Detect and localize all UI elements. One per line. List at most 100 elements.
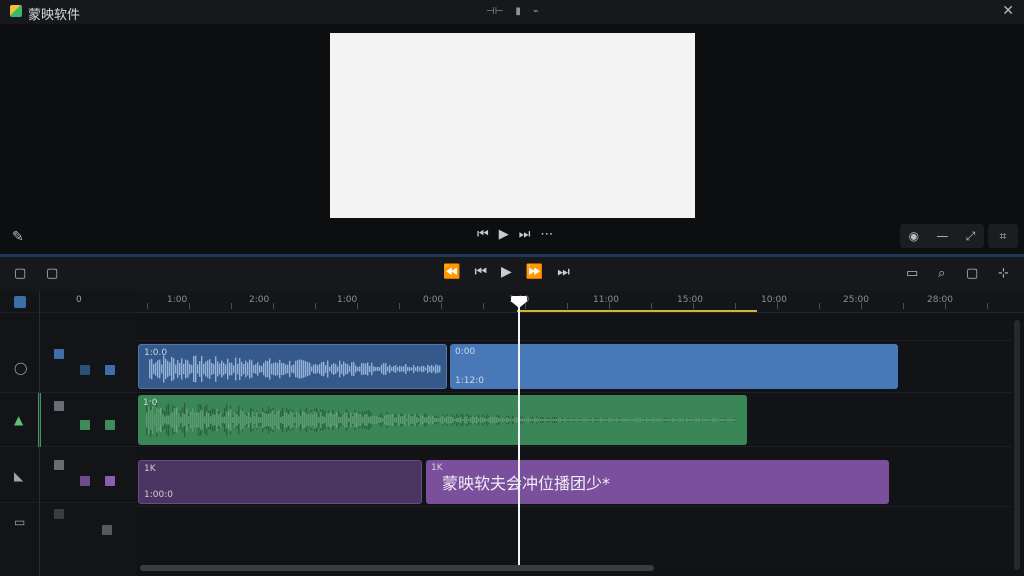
minus-icon[interactable]: — — [936, 229, 948, 243]
waveform-bar — [598, 419, 600, 421]
waveform-bar — [688, 419, 690, 421]
audio-clip[interactable]: 1:0 — [138, 395, 747, 445]
waveform-bar — [482, 417, 484, 423]
timeline-ruler[interactable]: 1:00 2:00 1:00 0:00 1:00 11:00 15:00 10:… — [137, 291, 1024, 313]
preview-canvas[interactable] — [330, 33, 695, 218]
box-tool-icon[interactable]: ▢ — [46, 266, 58, 281]
waveform-bar — [385, 363, 387, 375]
audio-track-icon[interactable]: ▲ — [14, 413, 23, 427]
waveform-bar — [187, 360, 189, 378]
waveform-bar — [236, 413, 238, 427]
waveform-bar — [602, 419, 604, 421]
waveform-bar — [630, 418, 632, 422]
mute-icon[interactable] — [105, 420, 115, 430]
fullscreen-icon[interactable]: ⤢ — [966, 229, 976, 244]
waveform-bar — [284, 411, 286, 429]
track-header-video[interactable]: ◯ — [0, 341, 137, 393]
waveform-bar — [352, 416, 354, 424]
ruler-tick — [399, 303, 400, 309]
waveform-bar — [434, 417, 436, 423]
text-clip-b[interactable]: 1K 蒙映软夫会冲位播团少* — [426, 460, 889, 504]
empty-lane — [137, 507, 1012, 563]
vertical-scrollbar[interactable] — [1014, 320, 1020, 570]
waveform-bar — [189, 363, 191, 375]
playhead[interactable] — [518, 303, 520, 565]
waveform-bar — [207, 360, 209, 378]
waveform-bar — [237, 363, 239, 375]
ruler-tick — [441, 303, 442, 309]
waveform-bar — [550, 419, 552, 421]
video-clip-a[interactable]: 1:0.0 — [138, 344, 447, 389]
more-icon[interactable]: ⋯ — [540, 227, 553, 242]
waveform-bar — [275, 362, 277, 376]
video-track-icon[interactable]: ◯ — [14, 361, 27, 375]
lock-icon[interactable] — [80, 476, 90, 486]
waveform-bar — [726, 419, 728, 421]
waveform-bar — [217, 361, 219, 377]
select-tool-icon[interactable]: ▢ — [14, 266, 26, 281]
eye-icon[interactable]: ◉ — [909, 229, 919, 243]
step-back-icon[interactable]: ⏮ — [474, 264, 487, 280]
waveform-bar — [680, 418, 682, 422]
transport-controls: ⏪ ⏮ ▶ ⏩ ⏭ — [443, 264, 570, 280]
waveform-bar — [433, 366, 435, 372]
waveform-bar — [536, 418, 538, 422]
prev-frame-icon[interactable]: ⏮ — [477, 227, 489, 242]
clip-label: 1K — [144, 464, 156, 474]
waveform-bar — [371, 362, 373, 376]
fast-forward-icon[interactable]: ⏩ — [526, 264, 543, 280]
rewind-icon[interactable]: ⏪ — [443, 264, 460, 280]
text-track-icon[interactable]: ◣ — [14, 469, 23, 483]
waveform-bar — [344, 413, 346, 427]
waveform-bar — [265, 360, 267, 378]
zoom-icon[interactable]: ⌕ — [938, 266, 945, 281]
horizontal-scrollbar[interactable] — [140, 565, 654, 571]
play-icon[interactable]: ▶ — [499, 227, 509, 242]
waveform-bar — [273, 362, 275, 376]
waveform-bar — [317, 365, 319, 373]
waveform-bar — [195, 355, 197, 383]
waveform-bar — [664, 419, 666, 421]
edit-icon[interactable]: ✎ — [12, 229, 24, 245]
screen-track-icon[interactable]: ▭ — [14, 515, 25, 529]
next-frame-icon[interactable]: ⏭ — [519, 227, 531, 242]
waveform-bar — [408, 414, 410, 426]
waveform-bar — [418, 418, 420, 422]
waveform-bar — [240, 409, 242, 431]
waveform-bar — [188, 416, 190, 424]
layout-icon[interactable]: ▢ — [966, 266, 978, 281]
waveform-bar — [646, 418, 648, 422]
split-tool-icon[interactable]: ⊣⊢ — [486, 6, 503, 18]
waveform-bar — [410, 415, 412, 425]
waveform-bar — [568, 419, 570, 421]
skip-end-icon[interactable]: ⏭ — [557, 264, 570, 280]
waveform-bar — [286, 412, 288, 428]
waveform-bar — [163, 355, 165, 383]
waveform-bar — [474, 416, 476, 424]
visibility-icon[interactable] — [105, 365, 115, 375]
link-tool-icon[interactable]: ⌁ — [533, 6, 539, 18]
text-clip-a[interactable]: 1K 1:00:0 — [138, 460, 422, 504]
grid-icon[interactable] — [102, 525, 112, 535]
settings-icon[interactable]: ⊹ — [998, 266, 1009, 281]
lock-icon[interactable] — [80, 420, 90, 430]
monitor-icon[interactable]: ▭ — [906, 266, 918, 281]
waveform-bar — [594, 419, 596, 421]
play-icon[interactable]: ▶ — [501, 264, 512, 280]
snap-icon[interactable] — [14, 296, 26, 308]
track-color-icon — [54, 349, 64, 359]
waveform-bar — [456, 417, 458, 423]
close-button[interactable]: ✕ — [1002, 3, 1014, 19]
waveform-bar — [570, 419, 572, 421]
track-header-extra[interactable]: ▭ — [0, 503, 137, 543]
crop-tool[interactable]: ⌗ — [988, 224, 1018, 248]
waveform-bar — [333, 363, 335, 375]
track-header-audio[interactable]: ▲ — [0, 393, 137, 447]
visibility-icon[interactable] — [105, 476, 115, 486]
waveform-bar — [566, 419, 568, 421]
track-header-text[interactable]: ◣ — [0, 447, 137, 503]
waveform-bar — [596, 419, 598, 421]
lock-icon[interactable] — [80, 365, 90, 375]
work-area-range[interactable] — [517, 310, 757, 312]
stop-tool-icon[interactable]: ▮ — [515, 6, 521, 18]
